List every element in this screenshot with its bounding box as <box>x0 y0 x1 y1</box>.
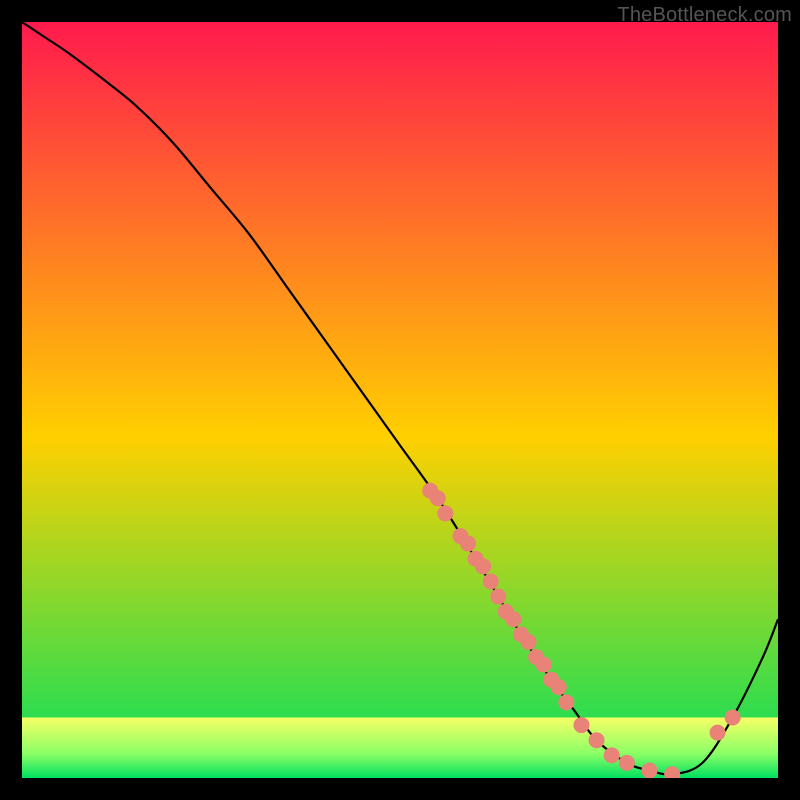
marker-point <box>725 710 741 726</box>
marker-point <box>558 694 574 710</box>
marker-point <box>490 589 506 605</box>
marker-point <box>551 679 567 695</box>
gradient-background <box>22 22 778 778</box>
marker-point <box>521 634 537 650</box>
chart-plot-area <box>22 22 778 778</box>
chart-svg <box>22 22 778 778</box>
marker-point <box>475 558 491 574</box>
marker-point <box>710 725 726 741</box>
marker-point <box>437 505 453 521</box>
marker-point <box>460 536 476 552</box>
marker-point <box>641 762 657 778</box>
marker-point <box>604 747 620 763</box>
marker-point <box>536 657 552 673</box>
marker-point <box>573 717 589 733</box>
marker-point <box>483 573 499 589</box>
marker-point <box>430 490 446 506</box>
green-band <box>22 718 778 779</box>
marker-point <box>589 732 605 748</box>
marker-point <box>619 755 635 771</box>
marker-point <box>505 611 521 627</box>
